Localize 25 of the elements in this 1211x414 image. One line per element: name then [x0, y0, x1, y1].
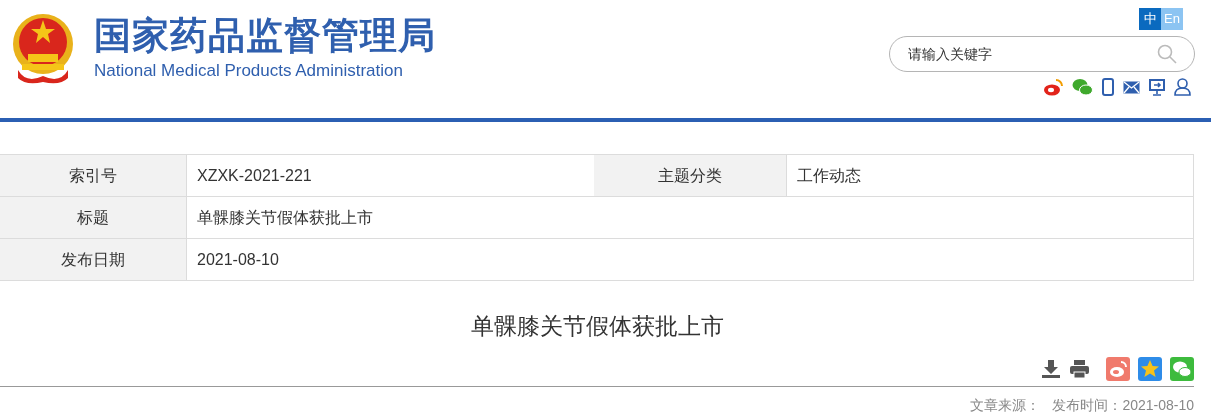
emblem-icon [10, 12, 76, 84]
field-value: 2021-08-10 [186, 239, 1193, 280]
phone-icon[interactable] [1102, 78, 1114, 96]
print-icon[interactable] [1069, 359, 1090, 379]
language-tab[interactable]: 中 [1139, 8, 1161, 30]
publish-date: 发布时间：2021-08-10 [1052, 396, 1194, 414]
field-label: 标题 [0, 197, 186, 238]
search-field[interactable]: 请输入关键字 [889, 36, 1195, 72]
weibo-icon[interactable] [1043, 78, 1063, 96]
weibo-share-icon[interactable] [1106, 357, 1130, 381]
site-title: 国家药品监督管理局 [94, 14, 436, 58]
mail-icon[interactable] [1123, 80, 1140, 94]
field-value: 单髁膝关节假体获批上市 [186, 197, 1193, 238]
star-share-icon[interactable] [1138, 357, 1162, 381]
download-icon[interactable] [1041, 359, 1061, 379]
monitor-icon[interactable] [1149, 78, 1165, 96]
field-label: 发布日期 [0, 239, 186, 280]
field-label: 主题分类 [594, 155, 786, 196]
source-label: 文章来源： [970, 396, 1041, 414]
user-icon[interactable] [1174, 78, 1191, 96]
article-title: 单髁膝关节假体获批上市 [470, 312, 724, 341]
wechat-icon[interactable] [1072, 78, 1093, 96]
field-label: 索引号 [0, 155, 186, 196]
field-value: 工作动态 [786, 155, 1193, 196]
site-subtitle: National Medical Products Administration [94, 60, 404, 82]
